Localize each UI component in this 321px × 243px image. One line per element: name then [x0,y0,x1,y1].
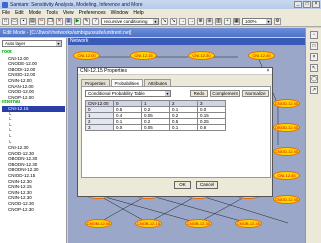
menu-help[interactable]: Help [133,10,143,16]
network-node[interactable]: CNOD-12.45 [273,99,300,108]
new-icon[interactable]: □ [2,18,9,25]
open-icon[interactable]: ▭ [11,18,18,25]
table-cell[interactable]: 0.6 [197,124,226,131]
delete-icon[interactable]: ✕ [56,18,63,25]
network-node[interactable]: CNOB-12.45 [235,219,262,228]
redo-button[interactable]: Redo [190,90,208,97]
menu-tools[interactable]: Tools [46,10,58,16]
query-icon[interactable]: ? [92,18,99,25]
chevron-down-icon: ▾ [165,91,170,96]
edit-mode-title: Edit Mode - [C:/Jtwo/r/networks/ambiguos… [3,29,132,36]
node-icon[interactable]: ◯ [310,75,318,83]
chevron-down-icon: ▾ [153,19,158,24]
copy-icon[interactable]: ❐ [47,18,54,25]
dialog-title: CNI-12.15 Properties [78,68,272,75]
chevron-down-icon: ▾ [56,41,61,46]
network-node[interactable]: CNI-12.45 [273,171,300,180]
grid-view-icon[interactable]: ▦ [233,18,240,25]
network-node[interactable]: CNI-12.45 [248,51,275,60]
arrow-icon-2[interactable]: → [188,18,195,25]
table-cell[interactable]: 0.0 [113,124,142,131]
properties-dialog: CNI-12.15 Properties × Properties Probab… [77,67,273,197]
ok-button[interactable]: OK [174,181,191,189]
cancel-button[interactable]: Cancel [196,181,218,189]
menu-mode[interactable]: Mode [29,10,42,16]
network-node[interactable]: CNOM-12.00 [85,219,112,228]
menubar: File Edit Mode Tools View Preferences Wi… [0,9,321,17]
edit-mode-icon[interactable]: ✎ [83,18,90,25]
network-node[interactable]: CNOB-12.30 [185,219,212,228]
cut-icon[interactable]: ✂ [38,18,45,25]
layout-icon[interactable]: ▥ [215,18,222,25]
table-cell[interactable]: 0.05 [141,124,170,131]
toolbar: □ ▭ ▪ ▤ ✂ ❐ ✕ ▦ ▶ ✎ ? recursive conditio… [0,17,321,27]
grid-icon[interactable]: ▦ [65,18,72,25]
close-button[interactable]: × [312,1,320,8]
right-toolbar: ▫ □ × ↖ ◯ ↗ [305,28,321,243]
run-icon[interactable]: ▶ [74,18,81,25]
normalize-button[interactable]: Normalize [242,90,269,97]
network-node[interactable]: CNOD-12.45 [273,195,300,204]
network-node[interactable]: OBOD-12.45 [273,123,300,132]
link-icon-2[interactable]: ↘ [170,18,177,25]
network-node[interactable]: CNI-12.15 [130,51,157,60]
network-node[interactable]: CNOB-12.15 [135,219,162,228]
chevron-down-icon: ▾ [266,19,271,24]
arrow-icon[interactable]: → [179,18,186,25]
network-node[interactable]: CNOD-12.45 [273,147,300,156]
inference-combo-value: recursive conditioning [104,19,148,24]
menu-window[interactable]: Window [111,10,129,16]
tree-item[interactable]: CNOP-12.30 [2,207,65,213]
settings-icon[interactable]: ⚙ [274,18,281,25]
zoom-combo[interactable]: 100% ▾ [242,18,272,25]
menu-preferences[interactable]: Preferences [79,10,106,16]
table-type-value: Conditional Probability Table [88,91,145,96]
cpt-table: CNI-12.00 0 1 2 3 0 0.5 0.2 0.1 0.0 1 0.… [85,100,226,131]
zoom-combo-value: 100% [245,19,257,24]
window-titlebar: Samiam: Sensitivity Analysis, Modeling, … [0,0,321,9]
minimize-button[interactable]: _ [294,1,302,8]
link-icon[interactable]: ↘ [161,18,168,25]
edge-icon[interactable]: ↗ [310,86,318,94]
network-node[interactable]: CNI-12.00 [73,51,100,60]
inference-combo[interactable]: recursive conditioning ▾ [101,18,159,25]
network-panel-title: Network [68,38,305,45]
table-row: 3 0.0 0.05 0.1 0.6 [85,124,226,131]
row-header: 3 [85,124,114,131]
save-icon[interactable]: ▪ [20,18,27,25]
menu-view[interactable]: View [63,10,74,16]
menu-edit[interactable]: Edit [15,10,24,16]
layer-combo-value: Auto layer [5,41,26,46]
layer-combo[interactable]: Auto layer ▾ [2,40,62,47]
maximize-button[interactable]: □ [303,1,311,8]
print-icon[interactable]: ▤ [29,18,36,25]
plus-icon[interactable]: + [224,18,231,25]
network-node[interactable]: CNI-12.30 [188,51,215,60]
pointer-icon[interactable]: ↖ [310,64,318,72]
menu-file[interactable]: File [2,10,10,16]
table-type-select[interactable]: Conditional Probability Table ▾ [85,90,171,97]
app-icon [2,1,8,8]
edit-mode-titlebar: Edit Mode - [C:/Jtwo/r/networks/ambiguos… [0,28,305,37]
table-cell[interactable]: 0.1 [169,124,198,131]
maximize-icon[interactable]: □ [310,42,318,50]
fit-icon[interactable]: ⊞ [206,18,213,25]
complement-button[interactable]: Complement [210,90,240,97]
window-title: Samiam: Sensitivity Analysis, Modeling, … [10,1,143,8]
close-icon[interactable]: × [310,53,318,61]
probabilities-panel: Conditional Probability Table ▾ Redo Com… [81,86,271,178]
window-icon[interactable]: ▫ [310,31,318,39]
variable-tree: root CNI-12.00 CNODE-12.00 OBODI-12.00 C… [2,50,65,212]
variable-tree-panel: Auto layer ▾ root CNI-12.00 CNODE-12.00 … [0,38,67,243]
zoom-icon[interactable]: ⊕ [197,18,204,25]
close-icon[interactable]: × [265,68,271,74]
